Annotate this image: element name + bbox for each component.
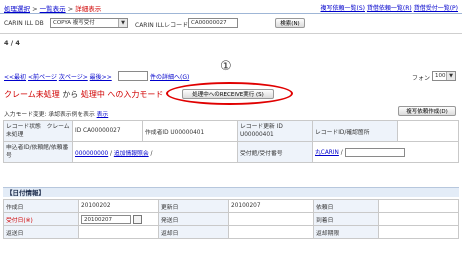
return-date-label: 返送日 — [3, 225, 79, 239]
db-select-value: COPYA 複写受付 — [53, 20, 95, 26]
record-id-label: CARIN ILLレコードID — [135, 22, 195, 29]
page-number-input[interactable] — [118, 71, 148, 81]
additional-info-link[interactable]: 追加情報照会 — [114, 151, 149, 157]
arrival-date-label: 到着日 — [313, 212, 379, 226]
search-button[interactable]: 検索(N) — [275, 18, 305, 28]
pager: <<最初 <前ページ 次ページ> 最後>> — [4, 72, 112, 81]
breadcrumb-item-select[interactable]: 処理選択 — [4, 5, 30, 13]
receiver-link[interactable]: 丸CARIN — [315, 150, 339, 156]
updated-date-value: 20100207 — [228, 199, 314, 213]
date-table: 作成日 20100202 更新日 20100207 依頼日 受付日(※) 201… — [3, 199, 459, 239]
request-date-label: 依頼日 — [313, 199, 379, 213]
receiver-label-cell: 受付館/受付番号 — [237, 141, 313, 163]
created-date-label: 作成日 — [3, 199, 79, 213]
mode-from-status: クレーム未処理 — [4, 90, 60, 99]
return-deadline-value — [378, 225, 459, 239]
receive-date-label: 受付日(※) — [3, 212, 79, 226]
mode-from-word: から — [62, 90, 79, 99]
record-id-input[interactable]: CA00000027 — [188, 18, 238, 28]
mode-change-label: 入力モード変更: — [4, 112, 47, 118]
pager-next-link[interactable]: 次ページ> — [59, 74, 88, 81]
table-row: 受付日(※) 20100207 発送日 到着日 — [3, 212, 459, 226]
record-update-cell: レコード更新 ID U00000401 — [237, 120, 313, 142]
return-deadline-label: 返却期限 — [313, 225, 379, 239]
mode-suffix: への入力モード — [107, 90, 164, 99]
breadcrumb-item-list[interactable]: 一覧表示 — [40, 5, 66, 13]
record-confirm-value-cell — [397, 120, 459, 142]
top-right-links: 複写依頼一覧(S) 貸借依頼一覧(R) 貸借受付一覧(P) — [320, 3, 458, 12]
detail-jump-link[interactable]: 件の詳細へ(G) — [150, 72, 189, 81]
return-back-date-label: 返却日 — [158, 225, 229, 239]
arrival-date-value — [378, 212, 459, 226]
chevron-down-icon: ▼ — [446, 72, 455, 80]
mode-change-text: 承認表示例を表示 — [48, 112, 95, 118]
pager-prev-link[interactable]: <前ページ — [28, 74, 57, 81]
loan-receive-list-link[interactable]: 貸借受付一覧(P) — [414, 5, 458, 12]
calendar-icon[interactable] — [132, 214, 142, 224]
mode-change: 入力モード変更: 承認表示例を表示 表示 — [4, 109, 108, 118]
updated-date-label: 更新日 — [158, 199, 229, 213]
pager-last-link[interactable]: 最後>> — [90, 74, 112, 81]
mode-change-link[interactable]: 表示 — [97, 112, 109, 118]
record-status-cell: レコード状態 クレーム未処理 — [3, 120, 73, 142]
return-back-date-value — [228, 225, 314, 239]
requester-label-cell: 申込者ID/依頼館/依頼番号 — [3, 141, 73, 163]
receive-date-input[interactable]: 20100207 — [81, 214, 131, 224]
breadcrumb-item-detail: 詳細表示 — [75, 5, 102, 13]
font-size-select[interactable]: 100 ▼ — [432, 71, 456, 81]
mode-to-status: 処理中 — [80, 90, 105, 99]
highlight-ellipse — [166, 82, 293, 105]
ship-date-value — [228, 212, 314, 226]
created-date-value: 20100202 — [78, 199, 159, 213]
record-confirm-cell: レコードID/確認箇所 — [312, 120, 398, 142]
annotation-number: ① — [220, 59, 232, 74]
breadcrumb-separator: > — [67, 5, 74, 13]
requester-value-cell: 000000000 / 追加情報照会 / — [72, 141, 238, 163]
create-copy-request-button[interactable]: 複写依頼作成(D) — [398, 106, 456, 116]
receiver-value-cell: 丸CARIN / — [312, 141, 459, 163]
request-date-value — [378, 199, 459, 213]
db-select[interactable]: COPYA 複写受付 ▼ — [50, 18, 128, 28]
table-row: 返送日 返却日 返却期限 — [3, 225, 459, 239]
record-id-cell: ID CA00000027 — [72, 120, 143, 142]
copy-request-list-link[interactable]: 複写依頼一覧(S) — [320, 5, 365, 12]
receiver-number-input[interactable] — [344, 148, 405, 157]
pager-first-link[interactable]: <<最初 — [4, 74, 26, 81]
input-mode-text: クレーム未処理 から 処理中 への入力モード — [4, 89, 163, 100]
date-section-header: 【日付情報】 — [3, 187, 459, 197]
record-count: 4 / 4 — [4, 39, 20, 47]
ship-date-label: 発送日 — [158, 212, 229, 226]
creator-id-cell: 作成者ID U00000401 — [142, 120, 238, 142]
breadcrumb: 処理選択 > 一覧表示 > 詳細表示 — [4, 3, 101, 13]
loan-request-list-link[interactable]: 貸借依頼一覧(R) — [367, 5, 412, 12]
chevron-down-icon: ▼ — [118, 19, 127, 27]
db-label: CARIN ILL DB — [4, 20, 44, 27]
receive-date-cell: 20100207 — [78, 212, 159, 226]
return-date-value — [78, 225, 159, 239]
breadcrumb-separator: > — [32, 5, 38, 13]
record-table: レコード状態 クレーム未処理 ID CA00000027 作成者ID U0000… — [3, 120, 459, 163]
table-row: 作成日 20100202 更新日 20100207 依頼日 — [3, 199, 459, 213]
font-size-value: 100 — [435, 73, 446, 79]
requester-id-link[interactable]: 000000000 — [75, 151, 108, 157]
